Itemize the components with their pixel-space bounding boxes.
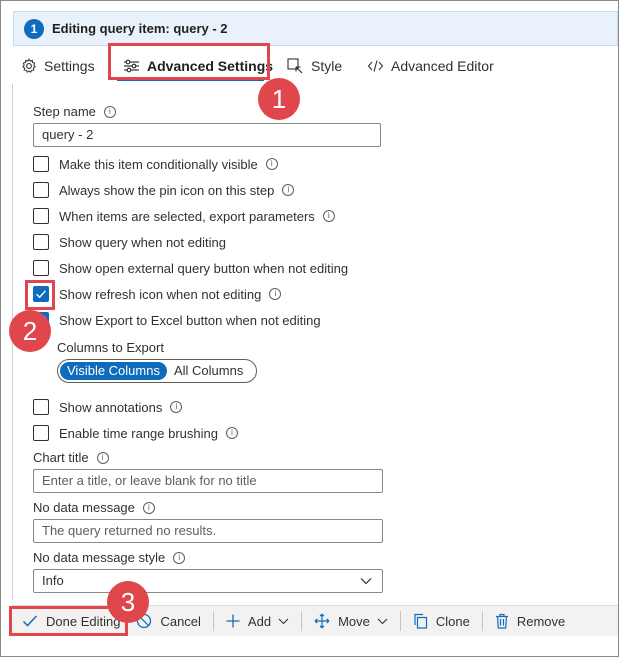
info-icon[interactable]: i bbox=[170, 401, 183, 413]
gear-icon bbox=[22, 58, 36, 73]
toolbar-divider bbox=[481, 611, 483, 631]
trash-icon bbox=[495, 613, 508, 629]
toolbar-divider bbox=[301, 611, 303, 631]
toolbar-divider bbox=[399, 611, 401, 631]
no-data-style-dropdown[interactable]: Info bbox=[33, 569, 383, 593]
chart-title-label: Chart title i bbox=[33, 450, 109, 465]
no-data-message-input[interactable]: The query returned no results. bbox=[33, 519, 383, 543]
clone-button[interactable]: Clone bbox=[405, 606, 478, 636]
dropdown-value: Info bbox=[42, 573, 64, 588]
info-icon[interactable]: i bbox=[103, 105, 116, 118]
info-icon[interactable]: i bbox=[96, 451, 109, 464]
chart-title-label-text: Chart title bbox=[33, 450, 89, 465]
code-icon bbox=[367, 60, 384, 72]
checkbox-box[interactable] bbox=[33, 182, 49, 198]
checkbox-show-refresh-icon[interactable]: Show refresh icon when not editing i bbox=[33, 284, 282, 304]
checkbox-show-annotations[interactable]: Show annotations i bbox=[33, 397, 183, 417]
checkbox-box[interactable] bbox=[33, 399, 49, 415]
checkbox-label: Show annotations bbox=[59, 399, 163, 415]
clone-label: Clone bbox=[435, 613, 470, 629]
editor-window: 1 Editing query item: query - 2 Settings… bbox=[0, 0, 619, 657]
callout-highlight-refresh-checkbox bbox=[25, 280, 55, 310]
checkbox-box[interactable] bbox=[33, 234, 49, 250]
add-button[interactable]: Add bbox=[218, 606, 297, 636]
callout-number-2: 2 bbox=[9, 310, 51, 352]
tab-style-label: Style bbox=[311, 58, 343, 74]
checkbox-label: Show refresh icon when not editing bbox=[59, 286, 262, 302]
move-icon bbox=[314, 613, 330, 629]
checkbox-export-to-excel[interactable]: Show Export to Excel button when not edi… bbox=[33, 310, 321, 330]
info-icon[interactable]: i bbox=[226, 427, 238, 439]
columns-to-export-label-text: Columns to Export bbox=[57, 340, 164, 355]
checkbox-export-parameters[interactable]: When items are selected, export paramete… bbox=[33, 206, 335, 226]
checkbox-label: Show Export to Excel button when not edi… bbox=[59, 312, 321, 328]
move-label: Move bbox=[338, 613, 370, 629]
info-icon[interactable]: i bbox=[269, 288, 282, 300]
checkbox-label: Show query when not editing bbox=[59, 234, 226, 250]
editor-header: 1 Editing query item: query - 2 bbox=[13, 11, 618, 46]
checkbox-box[interactable] bbox=[33, 156, 49, 172]
plus-icon bbox=[226, 614, 240, 628]
chart-title-input[interactable]: Enter a title, or leave blank for no tit… bbox=[33, 469, 383, 493]
toolbar-divider bbox=[212, 611, 214, 631]
info-icon[interactable]: i bbox=[142, 501, 155, 514]
checkbox-label: Show open external query button when not… bbox=[59, 260, 349, 276]
callout-highlight-advanced-settings bbox=[108, 43, 270, 80]
option-all-columns[interactable]: All Columns bbox=[167, 362, 250, 380]
checkbox-show-pin-icon[interactable]: Always show the pin icon on this step i bbox=[33, 180, 295, 200]
tab-advanced-editor-label: Advanced Editor bbox=[391, 58, 494, 74]
clone-icon bbox=[414, 613, 427, 629]
chevron-down-icon bbox=[278, 618, 289, 624]
columns-export-toggle: Visible Columns All Columns bbox=[57, 359, 257, 383]
remove-button[interactable]: Remove bbox=[487, 606, 573, 636]
no-data-message-label-text: No data message bbox=[33, 500, 135, 515]
no-data-style-label-text: No data message style bbox=[33, 550, 166, 565]
checkbox-box[interactable] bbox=[33, 425, 49, 441]
step-name-label-text: Step name bbox=[33, 104, 96, 119]
checkbox-label: Enable time range brushing bbox=[59, 425, 218, 441]
callout-number-3: 3 bbox=[107, 581, 149, 623]
checkbox-conditionally-visible[interactable]: Make this item conditionally visible i bbox=[33, 154, 278, 174]
tab-advanced-editor[interactable]: Advanced Editor bbox=[367, 54, 494, 78]
move-button[interactable]: Move bbox=[306, 606, 396, 636]
style-icon bbox=[287, 58, 303, 74]
cancel-label: Cancel bbox=[160, 613, 201, 629]
no-data-style-label: No data message style i bbox=[33, 550, 186, 565]
step-number-badge: 1 bbox=[24, 19, 44, 39]
callout-number-1: 1 bbox=[258, 78, 300, 120]
checkbox-open-external-query[interactable]: Show open external query button when not… bbox=[33, 258, 348, 278]
step-name-label: Step name i bbox=[33, 104, 116, 119]
chevron-down-icon bbox=[360, 578, 372, 585]
columns-to-export-label: Columns to Export bbox=[57, 340, 164, 355]
checkbox-time-range-brushing[interactable]: Enable time range brushing i bbox=[33, 423, 238, 443]
option-visible-columns[interactable]: Visible Columns bbox=[60, 362, 167, 380]
chevron-down-icon bbox=[377, 618, 388, 624]
tab-settings-label: Settings bbox=[44, 58, 95, 74]
info-icon[interactable]: i bbox=[322, 210, 335, 222]
info-icon[interactable]: i bbox=[265, 158, 278, 170]
checkbox-label: Make this item conditionally visible bbox=[59, 156, 258, 172]
no-data-message-label: No data message i bbox=[33, 500, 155, 515]
editor-title: Editing query item: query - 2 bbox=[52, 21, 228, 36]
tab-settings[interactable]: Settings bbox=[21, 54, 95, 78]
tab-style[interactable]: Style bbox=[287, 54, 342, 78]
info-icon[interactable]: i bbox=[173, 551, 186, 564]
checkbox-label: When items are selected, export paramete… bbox=[59, 208, 315, 224]
info-icon[interactable]: i bbox=[282, 184, 295, 196]
checkbox-box[interactable] bbox=[33, 208, 49, 224]
checkbox-label: Always show the pin icon on this step bbox=[59, 182, 275, 198]
checkbox-box[interactable] bbox=[33, 260, 49, 276]
remove-label: Remove bbox=[516, 613, 566, 629]
step-name-input[interactable]: query - 2 bbox=[33, 123, 381, 147]
add-label: Add bbox=[247, 613, 272, 629]
checkbox-show-query[interactable]: Show query when not editing bbox=[33, 232, 226, 252]
